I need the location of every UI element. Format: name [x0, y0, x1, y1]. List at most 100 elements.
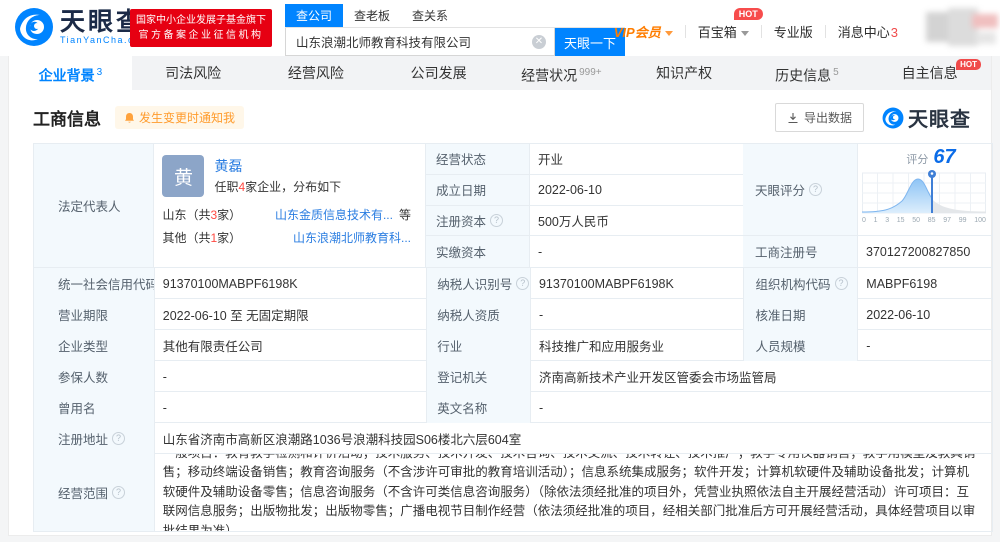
legal-rep-name-link[interactable]: 黄磊 — [214, 157, 341, 175]
vip-menu-item[interactable]: VIP会员 — [602, 22, 685, 41]
business-info-table: 法定代表人 黄 黄磊 任职4家企业，分布如下 山东（共3家） 山东金质信息技术有… — [33, 143, 993, 532]
hot-badge: HOT — [733, 8, 763, 20]
business-term-label: 营业期限 — [34, 299, 155, 330]
taxpayer-quality-label: 纳税人资质 — [427, 299, 531, 330]
est-date-value: 2022-06-10 — [538, 182, 602, 197]
tab-company-background[interactable]: 企业背景 3 — [9, 56, 132, 90]
download-icon — [788, 112, 798, 123]
tianyancha-eye-icon — [882, 107, 904, 128]
help-icon[interactable]: ? — [809, 183, 823, 197]
bell-icon — [125, 112, 134, 123]
company-detail-card: 企业背景 3 司法风险 经营风险 公司发展 经营状况 999+ 知识产权 历史信息 5… — [8, 56, 993, 536]
top-header: 天眼查 TianYanCha.com 国家中小企业发展子基金旗下 官方备案企业征… — [0, 0, 1000, 56]
user-account-redacted[interactable] — [926, 8, 998, 46]
tab-history-info[interactable]: 历史信息 5 — [746, 56, 869, 90]
company-link[interactable]: 山东浪潮北师教育科... — [293, 231, 411, 245]
org-code-label: 组织机构代码? — [743, 268, 859, 299]
reg-number-label: 工商注册号 — [743, 236, 858, 267]
legal-rep-jobs: 任职4家企业，分布如下 — [214, 180, 342, 194]
reg-number-value: 370127200827850 — [866, 244, 971, 259]
search-tab-relation[interactable]: 查关系 — [401, 4, 459, 27]
search-tabs: 查公司 查老板 查关系 — [285, 4, 625, 28]
credit-code-label: 统一社会信用代码? — [34, 268, 155, 299]
help-icon[interactable]: ? — [834, 277, 848, 290]
address-value: 山东省济南市高新区浪潮路1036号浪潮科技园S06楼北六层604室 — [162, 433, 522, 447]
list-item: 山东（共3家） 山东金质信息技术有... 等 — [162, 208, 411, 222]
help-icon[interactable]: ? — [516, 277, 530, 290]
reg-capital-value: 500万人民币 — [538, 214, 609, 229]
registry-value: 济南高新技术产业开发区管委会市场监管局 — [539, 371, 777, 385]
company-type-label: 企业类型 — [34, 330, 155, 361]
taxpayer-id-label: 纳税人识别号? — [427, 268, 531, 299]
table-row: 注册地址? 山东省济南市高新区浪潮路1036号浪潮科技园S06楼北六层604室 — [34, 423, 992, 454]
staff-size-label: 人员规模 — [743, 330, 859, 361]
official-certification-badge: 国家中小企业发展子基金旗下 官方备案企业征信机构 — [130, 9, 272, 47]
section-title: 工商信息 — [33, 110, 101, 129]
taxpayer-quality-value: - — [531, 299, 744, 330]
clear-search-icon[interactable]: ✕ — [532, 35, 546, 49]
table-row: 统一社会信用代码? 91370100MABPF6198K 纳税人识别号? 913… — [34, 268, 992, 299]
tab-judicial-risk[interactable]: 司法风险 — [132, 56, 255, 90]
change-notify-button[interactable]: 发生变更时通知我 — [115, 106, 245, 129]
business-scope-label: 经营范围? — [34, 454, 155, 531]
score-curve-chart — [862, 170, 986, 214]
table-row: 企业类型 其他有限责任公司 行业 科技推广和应用服务业 人员规模 - — [34, 330, 992, 361]
legal-rep-cell: 黄 黄磊 任职4家企业，分布如下 山东（共3家） 山东金质信息技术有... 等 其… — [154, 144, 426, 267]
org-code-value: MABPF6198 — [866, 276, 938, 291]
avatar[interactable]: 黄 — [162, 155, 205, 197]
search-tab-boss[interactable]: 查老板 — [343, 4, 401, 27]
approval-date-label: 核准日期 — [743, 299, 859, 330]
chevron-down-icon — [664, 31, 673, 37]
tab-intellectual-property[interactable]: 知识产权 — [623, 56, 746, 90]
help-icon[interactable]: ? — [490, 213, 504, 227]
search-tab-company[interactable]: 查公司 — [285, 4, 344, 27]
table-row: 营业期限 2022-06-10 至 无固定期限 纳税人资质 - 核准日期 202… — [34, 299, 992, 330]
former-name-label: 曾用名 — [34, 392, 155, 423]
credit-code-value: 91370100MABPF6198K — [155, 268, 428, 299]
insured-count-value: - — [155, 361, 428, 392]
tab-company-development[interactable]: 公司发展 — [377, 56, 500, 90]
staff-size-value: - — [866, 338, 871, 353]
business-info-header: 工商信息 发生变更时通知我 导出数据 天眼查 — [9, 90, 991, 141]
chevron-down-icon — [740, 31, 749, 37]
hot-badge: HOT — [956, 59, 981, 70]
message-count-badge: 3 — [890, 25, 898, 40]
company-type-value: 其他有限责任公司 — [155, 330, 428, 361]
tianyancha-eye-icon — [15, 8, 53, 46]
industry-label: 行业 — [427, 330, 531, 361]
company-link[interactable]: 山东金质信息技术有... — [275, 208, 393, 222]
tianyancha-watermark: 天眼查 — [882, 103, 971, 132]
former-name-value: - — [155, 392, 428, 423]
message-center-menu-item[interactable]: 消息中心3 — [826, 22, 910, 41]
table-row: 曾用名 - 英文名称 - — [34, 392, 992, 423]
english-name-value: - — [539, 400, 544, 415]
tab-self-published-info[interactable]: 自主信息 HOT — [868, 56, 991, 90]
table-row: 法定代表人 黄 黄磊 任职4家企业，分布如下 山东（共3家） 山东金质信息技术有… — [34, 144, 992, 268]
help-icon[interactable]: ? — [112, 432, 126, 445]
paid-capital-value: - — [538, 244, 543, 259]
status-value: 开业 — [538, 153, 564, 168]
toolbox-menu-item[interactable]: HOT 百宝箱 — [686, 8, 763, 41]
business-term-value: 2022-06-10 至 无固定期限 — [155, 299, 428, 330]
score-chart[interactable]: 评分 67 0 1 3 15 50 85 97 99 100 — [858, 144, 992, 235]
tab-operation-status[interactable]: 经营状况 999+ — [500, 56, 623, 90]
search-input[interactable] — [286, 28, 554, 55]
table-row: 参保人数 - 登记机关 济南高新技术产业开发区管委会市场监管局 — [34, 361, 992, 392]
score-label: 天眼评分? — [743, 144, 858, 236]
top-menu: VIP会员 HOT 百宝箱 专业版 消息中心3 — [602, 8, 910, 41]
legal-rep-label: 法定代表人 — [34, 144, 155, 267]
search-area: 查公司 查老板 查关系 ✕ 天眼一下 — [285, 4, 625, 56]
address-label: 注册地址? — [34, 423, 155, 454]
industry-value: 科技推广和应用服务业 — [531, 330, 744, 361]
export-data-button[interactable]: 导出数据 — [774, 103, 864, 132]
english-name-label: 英文名称 — [427, 392, 531, 423]
insured-count-label: 参保人数 — [34, 361, 155, 392]
tab-operation-risk[interactable]: 经营风险 — [255, 56, 378, 90]
pro-version-menu-item[interactable]: 专业版 — [762, 22, 825, 41]
help-icon[interactable]: ? — [112, 486, 126, 499]
paid-capital-label: 实缴资本 — [426, 236, 530, 267]
score-value: 67 — [933, 146, 956, 168]
approval-date-value: 2022-06-10 — [866, 307, 931, 322]
business-scope-value: 一般项目：教育教学检测和评价活动；技术服务、技术开发、技术咨询、技术交流、技术转… — [162, 454, 976, 531]
reg-capital-label: 注册资本? — [426, 205, 530, 236]
